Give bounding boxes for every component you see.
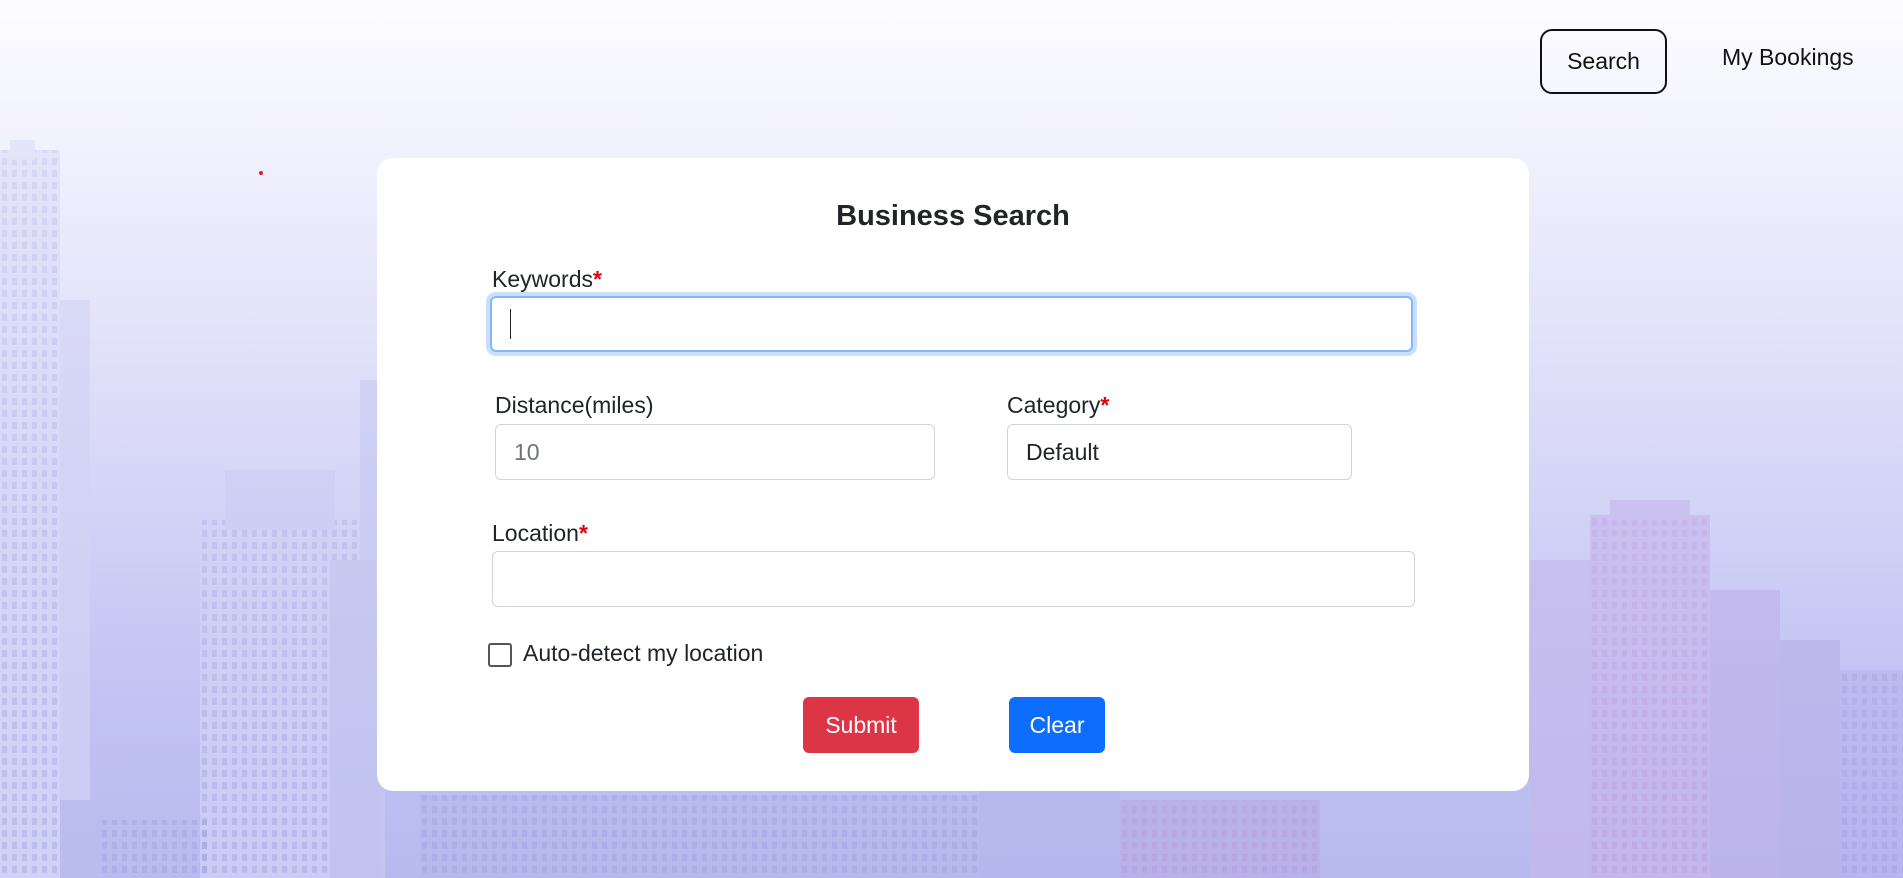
distance-label: Distance(miles) <box>495 392 654 418</box>
location-input[interactable] <box>492 551 1415 607</box>
category-selected-value: Default <box>1026 438 1099 465</box>
location-label: Location* <box>492 520 588 546</box>
text-caret <box>510 309 511 339</box>
distance-placeholder: 10 <box>514 438 540 465</box>
business-search-card: Business Search Keywords* Distance(miles… <box>377 158 1529 791</box>
auto-detect-label[interactable]: Auto-detect my location <box>523 640 763 667</box>
nav-search-button[interactable]: Search <box>1540 29 1667 94</box>
submit-button[interactable]: Submit <box>803 697 919 753</box>
category-select[interactable]: Default <box>1007 424 1352 480</box>
keywords-input[interactable] <box>490 296 1413 352</box>
page-title: Business Search <box>836 200 1070 232</box>
clear-button[interactable]: Clear <box>1009 697 1105 753</box>
distance-input[interactable]: 10 <box>495 424 935 480</box>
top-navigation: Search My Bookings <box>0 0 1903 120</box>
auto-detect-checkbox[interactable] <box>488 643 512 667</box>
nav-my-bookings-link[interactable]: My Bookings <box>1722 44 1854 71</box>
required-marker: * <box>578 520 588 546</box>
red-dot-marker <box>259 171 263 175</box>
category-label: Category* <box>1007 392 1110 418</box>
required-marker: * <box>592 266 602 292</box>
keywords-label: Keywords* <box>492 266 602 292</box>
required-marker: * <box>1100 392 1110 418</box>
